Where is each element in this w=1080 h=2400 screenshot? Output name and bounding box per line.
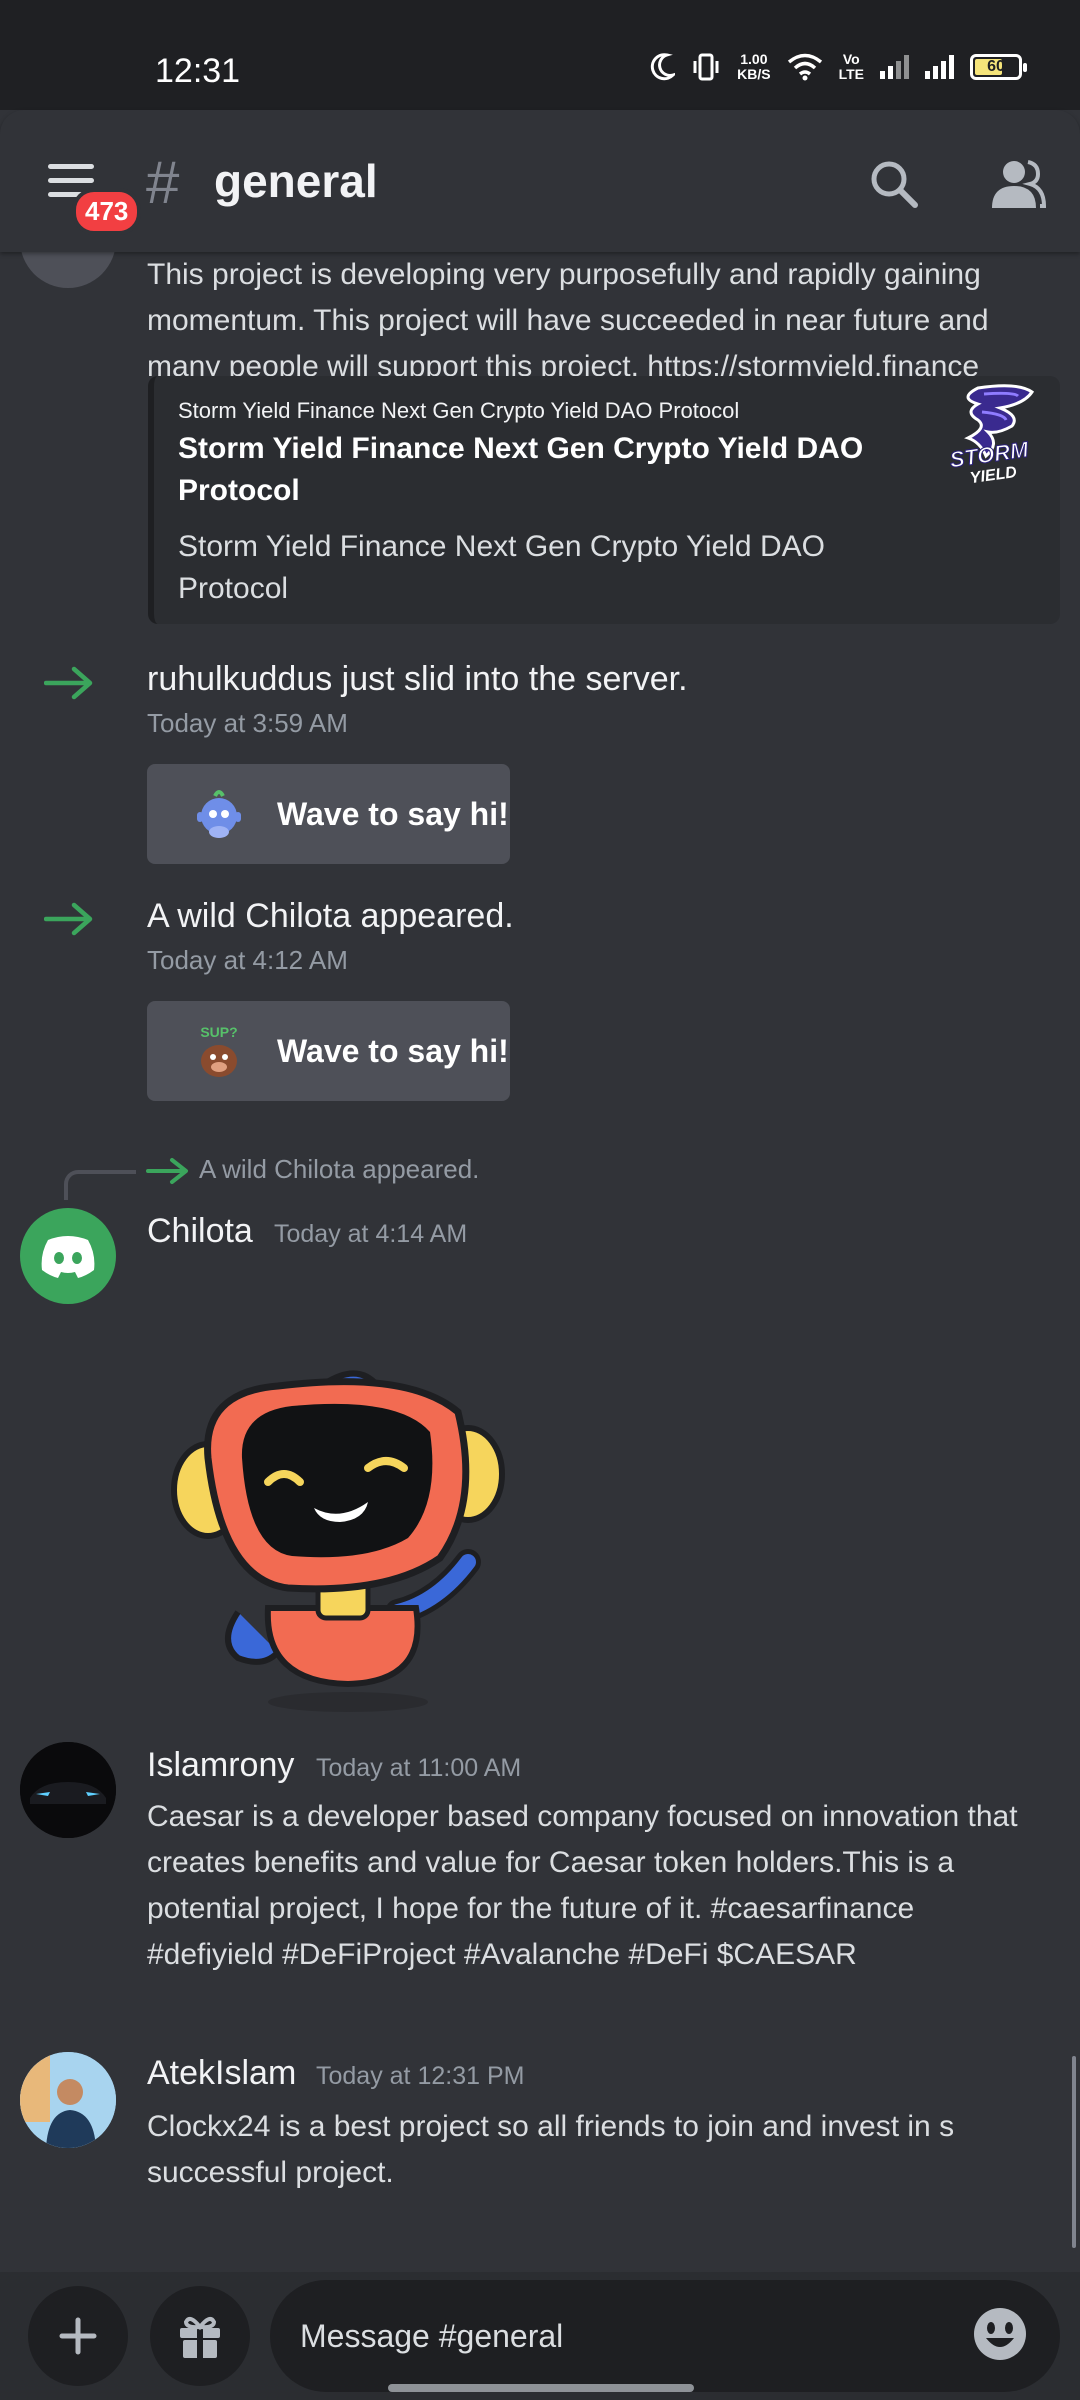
gift-icon (180, 2316, 220, 2358)
storm-yield-logo[interactable]: STORM YIELD (928, 382, 1052, 486)
battery-level: 60 (987, 58, 1005, 75)
system-message: ruhulkuddus just slid into the server. (147, 660, 688, 698)
signal-icon-2 (925, 55, 954, 79)
avatar[interactable] (20, 1208, 116, 1304)
home-indicator[interactable] (388, 2384, 694, 2392)
status-bar: 12:31 1.00 KB/S Vo LTE 60 (0, 0, 1080, 110)
reply-reference[interactable]: A wild Chilota appeared. (199, 1154, 479, 1185)
embed-title[interactable]: Storm Yield Finance Next Gen Crypto Yiel… (178, 428, 878, 512)
message-timestamp: Today at 3:59 AM (147, 708, 348, 738)
plus-icon (59, 2317, 97, 2355)
moon-icon (650, 53, 676, 81)
members-icon[interactable] (990, 158, 1046, 210)
composer-bar (0, 2272, 1080, 2400)
wave-button-label: Wave to say hi! (277, 795, 509, 832)
embed-description: Storm Yield Finance Next Gen Crypto Yiel… (178, 530, 825, 605)
join-arrow-icon (44, 666, 93, 700)
wifi-icon (787, 53, 822, 81)
search-icon[interactable] (868, 158, 920, 210)
wave-button[interactable]: Wave to say hi! (147, 764, 510, 864)
reply-connector (64, 1170, 136, 1200)
battery-icon: 60 (970, 54, 1027, 80)
embed-provider: Storm Yield Finance Next Gen Crypto Yiel… (178, 398, 740, 423)
message-text: This project is developing very purposef… (147, 258, 989, 383)
channel-header: 473 # general (0, 110, 1080, 252)
message-timestamp: Today at 4:12 AM (147, 945, 348, 975)
sup-sticker-icon: SUP? (200, 1024, 238, 1077)
net-speed-value: 1.00 (740, 51, 768, 67)
message-text: Caesar is a developer based company focu… (147, 1800, 1018, 1971)
wumpus-sticker-icon (197, 790, 241, 838)
message-list[interactable]: This project is developing very purposef… (0, 252, 1080, 2272)
signal-icon-1 (880, 55, 909, 79)
net-speed-unit: KB/S (737, 66, 771, 82)
avatar[interactable] (20, 2052, 116, 2148)
link-embed[interactable]: Storm Yield Finance Next Gen Crypto Yiel… (148, 376, 1060, 624)
message-input[interactable] (270, 2280, 1060, 2392)
sup-sticker-text: SUP? (200, 1024, 237, 1040)
channel-hash-icon: # (146, 149, 180, 216)
scrollbar[interactable] (1072, 2056, 1076, 2248)
volte-bottom: LTE (838, 66, 864, 82)
vibrate-icon (693, 53, 719, 81)
message-timestamp: Today at 12:31 PM (316, 2062, 525, 2090)
unread-badge: 473 (72, 188, 142, 235)
channel-title[interactable]: general (214, 154, 378, 208)
message-username[interactable]: Islamrony (147, 1746, 294, 1785)
wave-button-label: Wave to say hi! (277, 1032, 509, 1069)
robot-wave-sticker[interactable] (168, 1362, 520, 1714)
avatar[interactable] (20, 252, 116, 288)
discord-logo-icon (41, 1236, 95, 1278)
gift-button[interactable] (150, 2286, 250, 2386)
system-message: A wild Chilota appeared. (147, 897, 514, 935)
volte-indicator: Vo LTE (839, 52, 864, 82)
reply-arrow-icon (146, 1158, 188, 1184)
person-avatar-icon (20, 2052, 116, 2148)
message-timestamp: Today at 4:14 AM (274, 1220, 468, 1248)
net-speed: 1.00 KB/S (737, 52, 770, 82)
message-username[interactable]: AtekIslam (147, 2054, 296, 2093)
message-username[interactable]: Chilota (147, 1212, 253, 1251)
message-timestamp: Today at 11:00 AM (316, 1754, 522, 1782)
avatar[interactable] (20, 1742, 116, 1838)
status-icons: 1.00 KB/S Vo LTE 60 (649, 52, 1027, 82)
join-arrow-icon (44, 902, 93, 936)
emoji-icon[interactable] (972, 2306, 1028, 2362)
message-text: Clockx24 is a best project so all friend… (147, 2110, 955, 2189)
add-attachment-button[interactable] (28, 2286, 128, 2386)
car-avatar-icon (20, 1742, 116, 1838)
status-time: 12:31 (155, 52, 241, 90)
wave-button[interactable]: SUP? Wave to say hi! (147, 1001, 510, 1101)
volte-top: Vo (842, 51, 860, 67)
